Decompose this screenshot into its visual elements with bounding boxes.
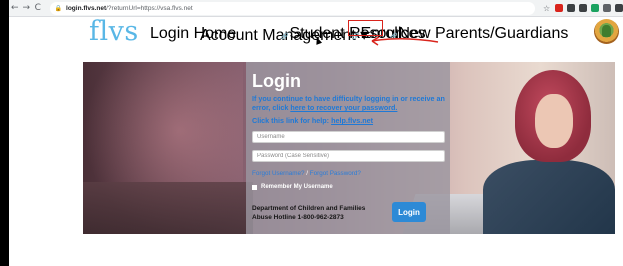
dcf-line-2: Abuse Hotline 1-800-962-2873 [252, 213, 344, 221]
dcf-line-1: Department of Children and Families [252, 205, 366, 212]
remember-checkbox[interactable] [252, 184, 257, 190]
hero-photo-shirt [483, 160, 615, 234]
screen: ← → C 🔒 login.flvs.net/?returnUrl=https:… [0, 0, 623, 266]
login-help-message: If you continue to have difficulty loggi… [252, 94, 448, 112]
recover-password-link[interactable]: here to recover your password. [290, 103, 397, 112]
forgot-username-link[interactable]: Forgot Username? [252, 170, 305, 177]
help-line: Click this link for help: help.flvs.net [252, 116, 373, 125]
remember-label: Remember My Username [261, 184, 333, 190]
password-input[interactable] [252, 150, 445, 162]
username-input[interactable] [252, 131, 445, 143]
help-flvs-link[interactable]: help.flvs.net [331, 116, 373, 125]
hero-photo-desk [83, 182, 253, 234]
login-button[interactable]: Login [392, 202, 426, 222]
forgot-links: Forgot Username? / Forgot Password? [252, 170, 361, 177]
login-title: Login [252, 71, 301, 91]
remember-username[interactable]: Remember My Username [252, 184, 333, 190]
dcf-hotline: Department of Children and Families Abus… [252, 205, 365, 222]
hero-photo-face [535, 94, 573, 148]
forgot-password-link[interactable]: Forgot Password? [310, 170, 361, 177]
annotation-arrow-shaft [371, 37, 439, 43]
help-line-text: Click this link for help: [252, 116, 332, 125]
